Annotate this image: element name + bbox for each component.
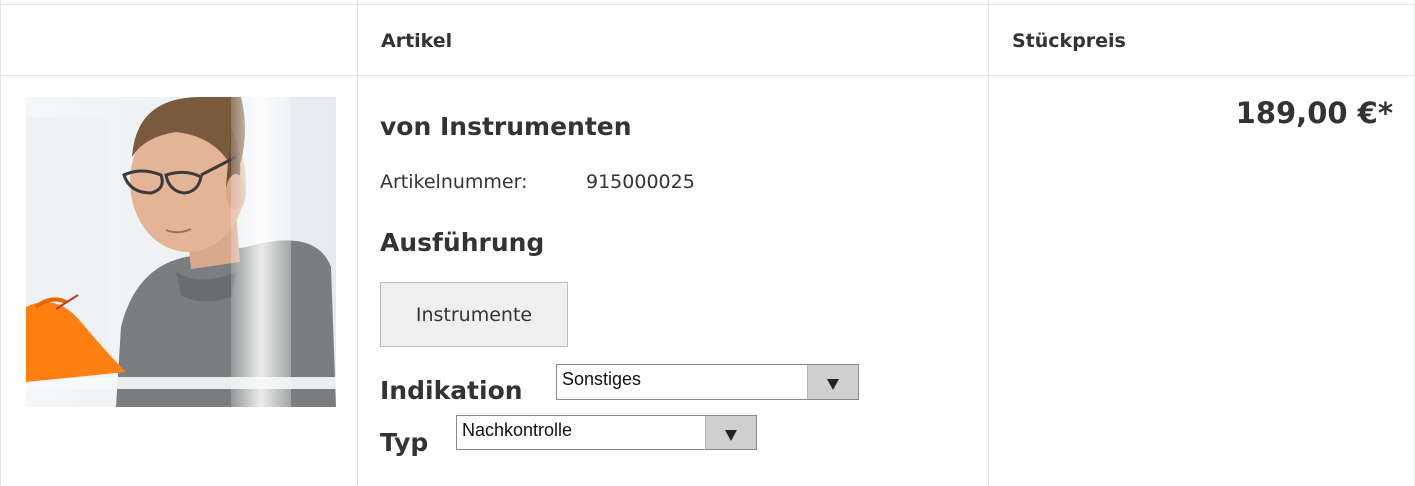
article-number-label: Artikelnummer: [380, 171, 528, 193]
chevron-down-icon [807, 365, 858, 399]
unit-price: 189,00 €* [1235, 96, 1393, 130]
variant-heading: Ausführung [380, 228, 545, 257]
variant-option-label: Instrumente [415, 303, 533, 326]
chevron-down-icon [705, 416, 756, 449]
table-border [0, 0, 1, 486]
product-name[interactable]: von Instrumenten [380, 112, 632, 141]
indication-label: Indikation [380, 376, 523, 405]
article-number-value: 915000025 [586, 171, 695, 193]
header-divider [0, 75, 1415, 76]
type-label: Typ [380, 428, 429, 457]
indication-select[interactable]: Sonstiges [556, 364, 859, 400]
header-unit-price: Stückpreis [1012, 30, 1126, 52]
cart-table: Artikel Stückpreis von Instrumenten Arti… [0, 0, 1415, 486]
column-divider [357, 0, 358, 486]
variant-option-button[interactable]: Instrumente [380, 282, 568, 347]
product-image[interactable] [26, 97, 336, 407]
table-top-border [0, 4, 1415, 5]
indication-select-value: Sonstiges [562, 369, 642, 389]
type-select[interactable]: Nachkontrolle [456, 415, 757, 450]
header-article: Artikel [381, 30, 453, 52]
column-divider [988, 0, 989, 486]
type-select-value: Nachkontrolle [462, 420, 573, 440]
